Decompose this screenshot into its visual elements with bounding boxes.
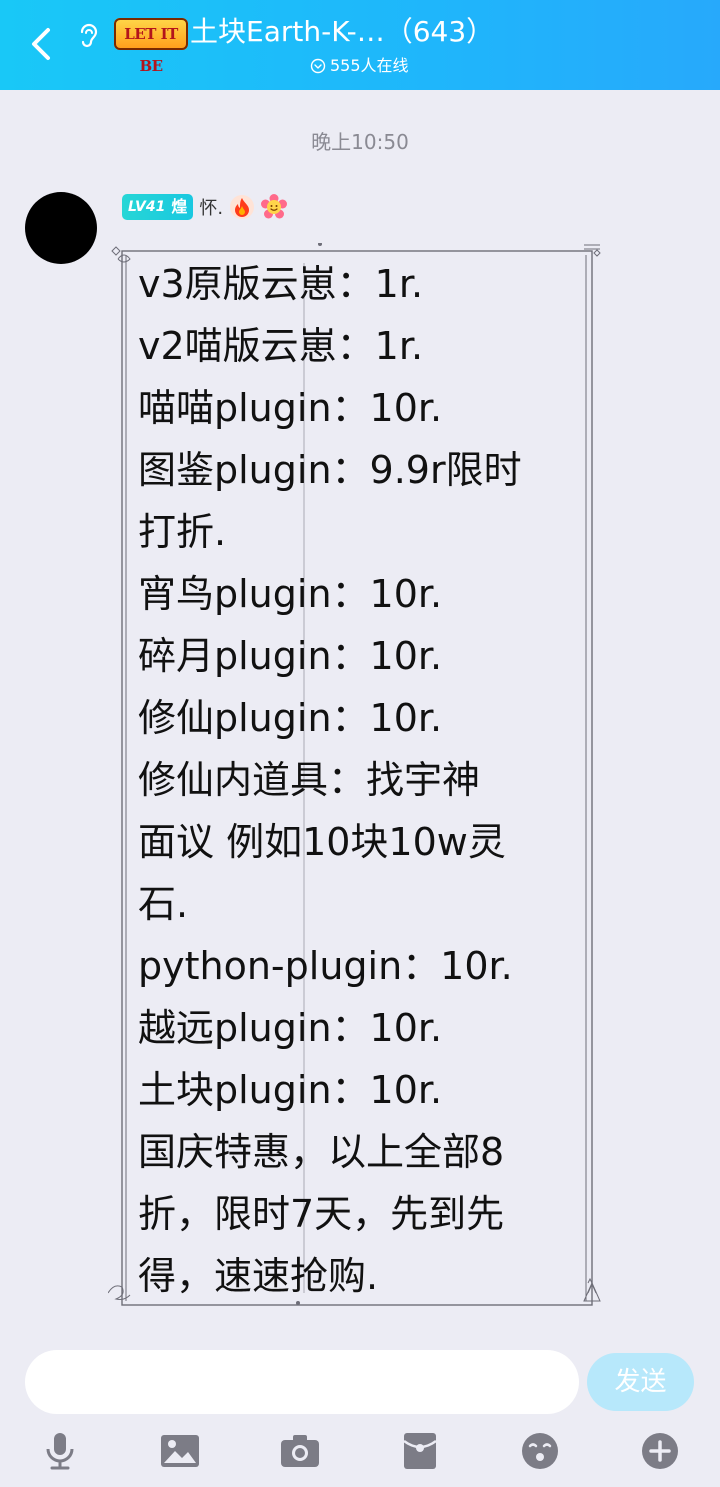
sender-name[interactable]: 怀. bbox=[199, 194, 223, 220]
plus-icon[interactable] bbox=[640, 1431, 680, 1471]
ear-icon[interactable] bbox=[76, 22, 100, 50]
message-input[interactable] bbox=[25, 1350, 579, 1414]
back-arrow-icon[interactable] bbox=[22, 22, 62, 66]
message-line: v3原版云崽：1r. bbox=[138, 262, 424, 306]
fire-icon bbox=[230, 195, 255, 219]
level-text: LV41 bbox=[128, 199, 166, 215]
chat-header: LET IT BE 土块Earth-K-…（643） 555人在线 bbox=[0, 0, 720, 90]
send-button[interactable]: 发送 bbox=[587, 1353, 694, 1411]
microphone-icon[interactable] bbox=[40, 1431, 80, 1471]
message-line: 折，限时7天，先到先 bbox=[138, 1192, 505, 1236]
message-line: 打折. bbox=[138, 510, 227, 554]
level-badge[interactable]: LV41 煌 bbox=[122, 194, 194, 220]
message-line: 碎月plugin：10r. bbox=[138, 634, 443, 678]
message-line: 国庆特惠，以上全部8 bbox=[138, 1130, 505, 1174]
sender-info: LV41 煌 怀. bbox=[122, 192, 288, 222]
group-logo: LET IT BE bbox=[114, 18, 188, 75]
message-line: 喵喵plugin：10r. bbox=[138, 386, 443, 430]
emoji-icon[interactable] bbox=[520, 1431, 560, 1471]
online-count[interactable]: 555人在线 bbox=[310, 54, 409, 78]
message-line: 修仙内道具：找宇神 bbox=[138, 758, 481, 802]
message-line: 修仙plugin：10r. bbox=[138, 696, 443, 740]
message-line: 土块plugin：10r. bbox=[138, 1068, 443, 1112]
sender-avatar[interactable] bbox=[25, 192, 97, 264]
message-line: 得，速速抢购. bbox=[138, 1254, 379, 1298]
message-line: 图鉴plugin：9.9r限时 bbox=[138, 448, 522, 492]
message-bubble[interactable]: v3原版云崽：1r. v2喵版云崽：1r. 喵喵plugin：10r. 图鉴plugi… bbox=[108, 243, 604, 1309]
group-title[interactable]: 土块Earth-K-…（643） bbox=[190, 14, 650, 50]
message-line: 面议 例如10块10w灵 bbox=[138, 820, 506, 864]
input-area: 发送 bbox=[0, 1336, 720, 1487]
online-count-text: 555人在线 bbox=[330, 56, 409, 75]
message-line: 越远plugin：10r. bbox=[138, 1006, 443, 1050]
message-line: python-plugin：10r. bbox=[138, 944, 513, 988]
flower-icon bbox=[261, 194, 288, 219]
chevron-down-circle-icon bbox=[310, 58, 326, 74]
badge-text: 煌 bbox=[171, 197, 188, 216]
red-packet-icon[interactable] bbox=[400, 1431, 440, 1471]
camera-icon[interactable] bbox=[280, 1431, 320, 1471]
message-text: v3原版云崽：1r. v2喵版云崽：1r. 喵喵plugin：10r. 图鉴plugi… bbox=[138, 253, 593, 1307]
image-icon[interactable] bbox=[160, 1431, 200, 1471]
message-line: v2喵版云崽：1r. bbox=[138, 324, 424, 368]
message-line: 宵鸟plugin：10r. bbox=[138, 572, 443, 616]
message-line: 石. bbox=[138, 882, 189, 926]
message-timestamp: 晚上10:50 bbox=[311, 130, 409, 154]
